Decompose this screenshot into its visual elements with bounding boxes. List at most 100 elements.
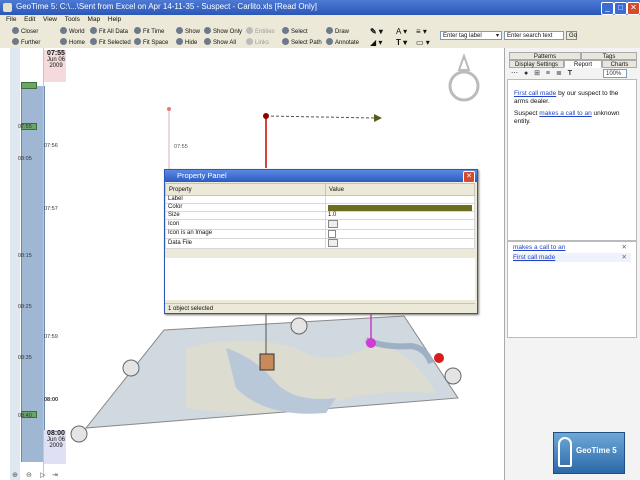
border-icon: ▭ ▾ [416,38,430,47]
menu-help[interactable]: Help [108,15,121,25]
links-icon [246,38,253,45]
app-icon [3,3,12,12]
person-entity-magenta-icon[interactable] [366,338,376,348]
line-style-button[interactable]: ✎ ▾ [370,27,383,36]
list-item[interactable]: makes a call to an ✕ [513,243,631,252]
report-link-makes-call[interactable]: makes a call to an [539,110,591,117]
tag-label-input[interactable]: Enter tag label ▾ [440,31,502,40]
property-panel-titlebar[interactable]: Property Panel ✕ [165,170,477,183]
close-button[interactable]: ✕ [627,2,640,15]
menu-tools[interactable]: Tools [65,15,80,25]
fit-selected-button[interactable]: Fit Selected [90,38,131,47]
color-swatch[interactable] [328,204,472,211]
table-row[interactable]: Data File [165,238,475,249]
world-button[interactable]: World [60,27,85,36]
data-file-browse-button[interactable] [328,239,338,248]
search-input[interactable]: Enter search text [504,31,564,40]
icon-browse-button[interactable] [328,220,338,228]
window-title: GeoTime 5: C:\...\Sent from Excel on Apr… [16,2,318,11]
fit-all-data-button[interactable]: Fit All Data [90,27,128,36]
time-range-slider[interactable] [21,86,45,462]
border-button[interactable]: ▭ ▾ [416,38,430,47]
zoom-in-icon[interactable]: ⊕ [12,471,18,479]
menu-map[interactable]: Map [88,15,101,25]
table-row[interactable]: Icon is an Image [165,228,475,240]
draw-button[interactable]: Draw [326,27,349,36]
pan-right-icon[interactable] [444,367,462,385]
close-icon[interactable]: ✕ [622,253,627,262]
zoom-out-icon[interactable]: ⊖ [26,471,32,479]
step-icon[interactable]: ⇥ [52,471,58,479]
property-panel-close-button[interactable]: ✕ [463,171,475,183]
property-panel-status: 1 object selected [165,303,475,313]
tab-patterns[interactable]: Patterns [509,52,581,60]
links-button[interactable]: Links [246,38,269,47]
show-button[interactable]: Show [176,27,200,36]
format-bar-icon[interactable]: ⋯ ● ⊞ ≡ ≣ [511,70,568,77]
tab-tags[interactable]: Tags [581,52,637,60]
tab-report[interactable]: Report [564,60,602,68]
select-button[interactable]: Select [282,27,308,36]
size-value[interactable]: 1.0 [325,211,475,220]
table-row[interactable]: Color [165,203,475,212]
play-icon[interactable]: ▷ [40,471,45,479]
line-width-icon: ≡ ▾ [416,27,427,36]
tab-charts[interactable]: Charts [602,60,637,68]
table-row[interactable]: Icon [165,219,475,230]
rotate-control-icon[interactable] [290,317,308,335]
timeline-tick: 08:40 [18,413,32,419]
timeline-end-box: 08:00 Jun 06 2009 [44,430,68,464]
slider-top-handle[interactable] [21,82,37,89]
hide-button[interactable]: Hide [176,38,197,47]
report-link-first-call[interactable]: First call made [514,90,556,97]
menu-edit[interactable]: Edit [24,15,35,25]
report-editor[interactable]: First call made by our suspect to the ar… [507,79,637,241]
timeline-tick: 08:00 [44,397,59,403]
pan-left-icon[interactable] [122,359,140,377]
person-entity-red-icon[interactable] [434,353,444,363]
text-tool-icon[interactable]: T [568,70,574,77]
further-icon [12,38,19,45]
icon-is-image-checkbox[interactable] [328,229,336,238]
fill-color-button[interactable]: ◢ ▾ [370,38,382,47]
home-button[interactable]: Home [60,38,85,47]
select-path-button[interactable]: Select Path [282,38,322,47]
minimize-button[interactable]: _ [601,2,614,15]
text-tool-button[interactable]: T ▾ [396,38,407,47]
tab-display-settings[interactable]: Display Settings [509,60,564,68]
go-button[interactable]: Go [566,31,577,40]
close-icon[interactable]: ✕ [622,243,627,252]
show-only-button[interactable]: Show Only [204,27,242,36]
property-panel-empty-area [165,258,475,300]
arrow-head [374,114,382,122]
show-all-button[interactable]: Show All [204,38,236,47]
zoom-select[interactable]: 100% [603,69,627,78]
compass-icon[interactable] [448,53,480,102]
hide-icon [176,38,183,45]
show-only-icon [204,27,211,34]
timeline-tick: 08:15 [18,253,32,259]
tilt-control-icon[interactable] [70,425,88,443]
list-item[interactable]: First call made ✕ [513,253,631,262]
table-row[interactable]: Label [165,195,475,204]
table-row[interactable]: Size 1.0 [165,211,475,220]
line-width-button[interactable]: ≡ ▾ [416,27,427,36]
selected-entity-icon[interactable] [259,353,275,371]
report-items-list: makes a call to an ✕ First call made ✕ [507,241,637,338]
maximize-button[interactable]: □ [614,2,627,15]
annotate-button[interactable]: Annotate [326,38,359,47]
font-size-button[interactable]: A ▾ [396,27,407,36]
geotime-logo: GeoTime 5 [553,432,625,474]
menu-view[interactable]: View [43,15,57,25]
entities-button[interactable]: Entities [246,27,275,36]
fit-space-button[interactable]: Fit Space [134,38,168,47]
toolbar: Closer World Fit All Data Fit Time Show … [0,25,640,49]
fit-space-icon [134,38,141,45]
fit-time-button[interactable]: Fit Time [134,27,164,36]
further-button[interactable]: Further [12,38,40,47]
entities-icon [246,27,253,34]
timeline-panel: 07:55 Jun 06 2009 07:55 08:05 07:56 07:5… [0,48,68,480]
event-dot[interactable] [263,113,269,119]
closer-button[interactable]: Closer [12,27,38,36]
menu-file[interactable]: File [6,15,16,25]
